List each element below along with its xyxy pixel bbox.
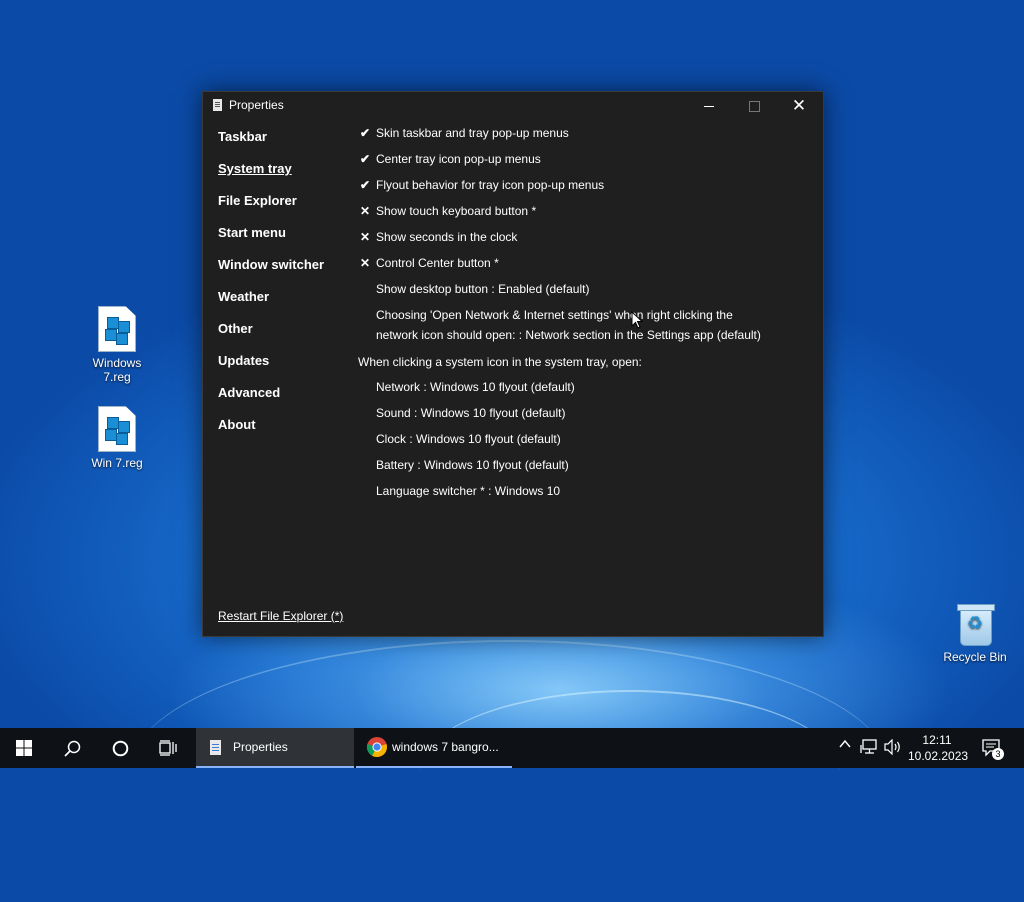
option-label: network icon should open: : Network sect… (376, 328, 761, 342)
maximize-button[interactable] (731, 92, 777, 120)
desktop-icon-label: Windows 7.reg (92, 356, 142, 384)
close-button[interactable]: ✕ (776, 92, 822, 120)
check-icon: ✔ (359, 126, 371, 140)
notification-count-badge: 3 (992, 748, 1004, 760)
check-icon: ✔ (359, 152, 371, 166)
option-label: Flyout behavior for tray icon pop-up men… (376, 178, 605, 192)
option-show-desktop[interactable]: Show desktop button : Enabled (default) (376, 279, 589, 299)
option-network-settings-line2[interactable]: network icon should open: : Network sect… (376, 325, 761, 345)
nav-window-switcher[interactable]: Window switcher (218, 257, 324, 272)
clock[interactable]: 12:11 10.02.2023 (908, 732, 969, 764)
minimize-button[interactable] (686, 92, 732, 120)
option-show-seconds[interactable]: ✕ Show seconds in the clock (360, 227, 518, 247)
option-skin-menus[interactable]: ✔ Skin taskbar and tray pop-up menus (360, 123, 569, 143)
desktop-icon-label: Win 7.reg (91, 456, 143, 470)
desktop-icon-label: Recycle Bin (943, 650, 1007, 664)
recycle-bin-icon: ♻ (956, 602, 995, 646)
cross-icon: ✕ (359, 256, 371, 270)
option-network-flyout[interactable]: Network : Windows 10 flyout (default) (376, 377, 575, 397)
task-view-icon (159, 740, 177, 756)
option-touch-keyboard[interactable]: ✕ Show touch keyboard button * (360, 201, 537, 221)
option-center-menus[interactable]: ✔ Center tray icon pop-up menus (360, 149, 541, 169)
taskbar-app-label: Properties (233, 740, 288, 754)
nav-start-menu[interactable]: Start menu (218, 225, 286, 240)
option-language-switcher[interactable]: Language switcher * : Windows 10 (376, 481, 560, 501)
section-heading: When clicking a system icon in the syste… (358, 355, 642, 369)
desktop-icon-recycle-bin[interactable]: ♻ Recycle Bin (942, 602, 1008, 664)
nav-weather[interactable]: Weather (218, 289, 269, 304)
option-label: Show touch keyboard button * (376, 204, 537, 218)
option-battery-flyout[interactable]: Battery : Windows 10 flyout (default) (376, 455, 569, 475)
nav-system-tray[interactable]: System tray (218, 161, 292, 176)
taskbar-app-label: windows 7 bangro... (392, 740, 499, 754)
restart-file-explorer-link[interactable]: Restart File Explorer (*) (218, 609, 343, 623)
volume-icon[interactable] (884, 738, 902, 758)
option-flyout-behavior[interactable]: ✔ Flyout behavior for tray icon pop-up m… (360, 175, 605, 195)
option-label: Control Center button * (376, 256, 499, 270)
clock-time: 12:11 (922, 733, 952, 747)
cortana-button[interactable] (96, 728, 144, 768)
option-sound-flyout[interactable]: Sound : Windows 10 flyout (default) (376, 403, 565, 423)
chrome-icon (366, 737, 387, 758)
registry-file-icon (98, 406, 136, 452)
action-center-button[interactable]: 3 (982, 738, 1004, 761)
app-icon (213, 99, 222, 111)
option-label: Choosing 'Open Network & Internet settin… (376, 308, 733, 322)
show-hidden-icons-chevron-icon[interactable] (838, 737, 852, 754)
task-view-button[interactable] (144, 728, 192, 768)
nav-updates[interactable]: Updates (218, 353, 269, 368)
windows-logo-icon (16, 740, 32, 756)
cross-icon: ✕ (359, 204, 371, 218)
option-control-center[interactable]: ✕ Control Center button * (360, 253, 499, 273)
clock-date: 10.02.2023 (908, 749, 969, 763)
option-label: Center tray icon pop-up menus (376, 152, 541, 166)
cross-icon: ✕ (359, 230, 371, 244)
option-label: Show seconds in the clock (376, 230, 518, 244)
option-network-settings[interactable]: Choosing 'Open Network & Internet settin… (376, 305, 733, 325)
taskbar-app-properties[interactable]: Properties (196, 728, 354, 768)
option-clock-flyout[interactable]: Clock : Windows 10 flyout (default) (376, 429, 561, 449)
nav-file-explorer[interactable]: File Explorer (218, 193, 297, 208)
search-icon (63, 740, 80, 757)
option-label: Skin taskbar and tray pop-up menus (376, 126, 569, 140)
nav-taskbar[interactable]: Taskbar (218, 129, 267, 144)
check-icon: ✔ (359, 178, 371, 192)
title-bar[interactable]: Properties ✕ (203, 92, 823, 120)
desktop-icon-win7-reg[interactable]: Win 7.reg (84, 406, 150, 470)
properties-app-icon (210, 739, 221, 755)
cortana-circle-icon (112, 740, 128, 756)
option-label: Show desktop button : Enabled (default) (376, 282, 590, 296)
wallpaper-streak (420, 690, 840, 852)
properties-window: Properties ✕ Taskbar System tray File Ex… (202, 91, 824, 637)
registry-file-icon (98, 306, 136, 352)
desktop-icon-windows7-reg[interactable]: Windows 7.reg (84, 306, 150, 384)
nav-other[interactable]: Other (218, 321, 253, 336)
network-icon[interactable] (860, 739, 878, 758)
start-button[interactable] (0, 728, 48, 768)
nav-about[interactable]: About (218, 417, 256, 432)
taskbar-app-chrome[interactable]: windows 7 bangro... (356, 728, 512, 768)
nav-advanced[interactable]: Advanced (218, 385, 280, 400)
taskbar: Properties windows 7 bangro... 12:11 10.… (0, 728, 1024, 768)
search-button[interactable] (48, 728, 96, 768)
window-title: Properties (229, 98, 284, 112)
